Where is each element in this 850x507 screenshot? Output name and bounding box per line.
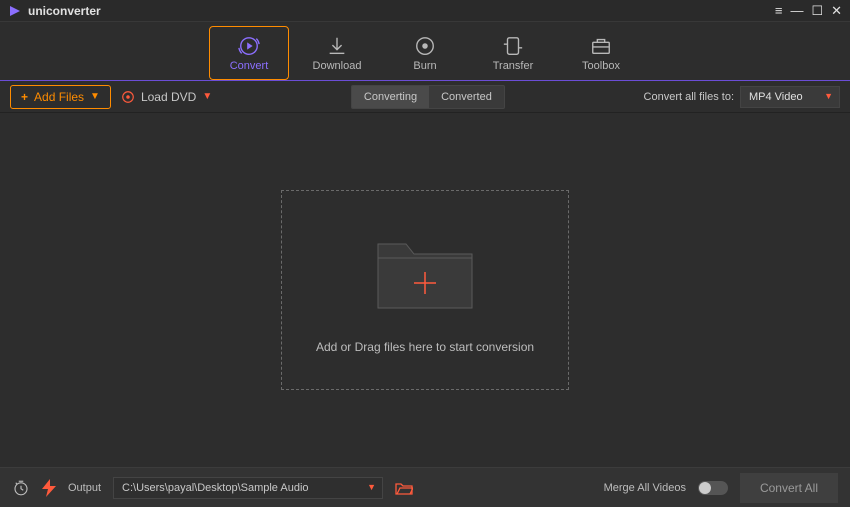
- minimize-button[interactable]: —: [790, 4, 803, 17]
- add-files-label: Add Files: [34, 90, 84, 104]
- tab-converted[interactable]: Converted: [429, 86, 504, 108]
- window-controls: ≡ — ☐ ✕: [775, 4, 842, 17]
- output-path-select[interactable]: C:\Users\payal\Desktop\Sample Audio: [113, 477, 383, 499]
- drop-hint: Add or Drag files here to start conversi…: [316, 340, 534, 354]
- app-title: uniconverter: [28, 4, 101, 18]
- format-row: Convert all files to: MP4 Video: [644, 86, 840, 108]
- convert-all-label: Convert all files to:: [644, 91, 734, 103]
- tab-converting[interactable]: Converting: [352, 86, 429, 108]
- tab-download[interactable]: Download: [297, 26, 377, 80]
- merge-toggle[interactable]: [698, 481, 728, 495]
- tab-label: Burn: [413, 60, 436, 72]
- tab-transfer[interactable]: Transfer: [473, 26, 553, 80]
- plus-icon: +: [21, 90, 28, 104]
- add-files-button[interactable]: + Add Files ▼: [10, 85, 111, 109]
- footer: Output C:\Users\payal\Desktop\Sample Aud…: [0, 467, 850, 507]
- schedule-icon[interactable]: [12, 479, 30, 497]
- output-format-select[interactable]: MP4 Video: [740, 86, 840, 108]
- chevron-down-icon: ▼: [202, 91, 212, 102]
- menu-icon[interactable]: ≡: [775, 4, 783, 17]
- close-button[interactable]: ✕: [831, 4, 842, 17]
- disc-icon: [121, 90, 135, 104]
- tab-label: Toolbox: [582, 60, 620, 72]
- merge-label: Merge All Videos: [604, 482, 686, 494]
- app-logo-icon: [8, 4, 22, 18]
- nav-tabs: Convert Download Burn Transfer Toolbox: [0, 22, 850, 80]
- tab-burn[interactable]: Burn: [385, 26, 465, 80]
- download-icon: [326, 35, 348, 57]
- convert-all-button[interactable]: Convert All: [740, 473, 838, 503]
- maximize-button[interactable]: ☐: [811, 4, 823, 17]
- load-dvd-button[interactable]: Load DVD ▼: [121, 90, 212, 104]
- open-folder-button[interactable]: [395, 481, 413, 495]
- toolbar: + Add Files ▼ Load DVD ▼ Converting Conv…: [0, 81, 850, 113]
- gpu-accel-icon[interactable]: [42, 479, 56, 497]
- folder-add-icon: [370, 226, 480, 318]
- output-label: Output: [68, 482, 101, 494]
- tab-convert[interactable]: Convert: [209, 26, 289, 80]
- title-left: uniconverter: [8, 4, 101, 18]
- chevron-down-icon: ▼: [90, 91, 100, 102]
- conversion-status-tabs: Converting Converted: [351, 85, 505, 109]
- toolbox-icon: [590, 35, 612, 57]
- transfer-icon: [502, 35, 524, 57]
- tab-label: Download: [313, 60, 362, 72]
- main-area: Add or Drag files here to start conversi…: [0, 113, 850, 466]
- load-dvd-label: Load DVD: [141, 90, 196, 104]
- drop-zone[interactable]: Add or Drag files here to start conversi…: [281, 190, 569, 390]
- tab-toolbox[interactable]: Toolbox: [561, 26, 641, 80]
- tab-label: Convert: [230, 60, 269, 72]
- burn-icon: [414, 35, 436, 57]
- title-bar: uniconverter ≡ — ☐ ✕: [0, 0, 850, 22]
- tab-label: Transfer: [493, 60, 534, 72]
- convert-icon: [238, 35, 260, 57]
